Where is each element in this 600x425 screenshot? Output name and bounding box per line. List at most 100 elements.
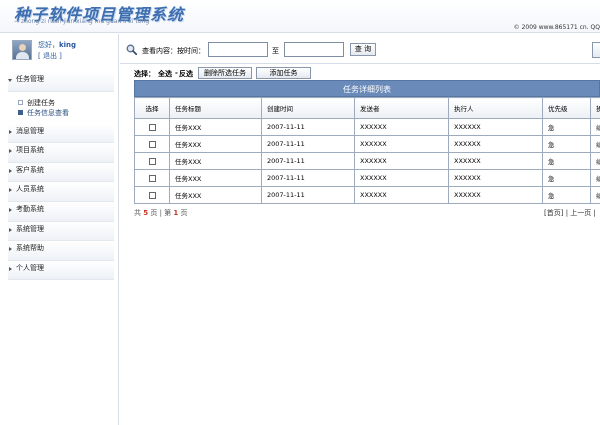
column-header: 优先级 [542, 97, 591, 119]
add-task-button[interactable]: 添加任务 [256, 67, 311, 79]
row-checkbox[interactable] [148, 123, 156, 131]
sidebar-item-project-system[interactable]: 项目系统 [8, 143, 114, 163]
edit-link[interactable]: 编 [596, 192, 600, 200]
operation-cell: 编 [590, 169, 600, 187]
main-content: 查看内容：按时间： 至 查 询 选择： 全选 - 反选 删除所选任务 添加任务 … [120, 34, 600, 425]
caret-right-icon [9, 168, 12, 173]
sender-cell: XXXXXX [354, 118, 449, 136]
priority-cell: 急 [542, 118, 591, 136]
caret-right-icon [9, 266, 12, 271]
edit-link[interactable]: 编 [596, 158, 600, 166]
page-info-divider: | [159, 209, 162, 217]
sidebar-item-label: 个人管理 [16, 263, 44, 272]
task-title-cell: 任务XXX [169, 186, 262, 204]
row-checkbox[interactable] [148, 191, 156, 199]
user-box: 您好，king [ 退出 ] [8, 38, 114, 66]
executor-cell: XXXXXX [448, 152, 543, 170]
task-title-cell: 任务XXX [169, 169, 262, 187]
date-separator: 至 [272, 47, 279, 55]
sidebar-item-personal-management[interactable]: 个人管理 [8, 260, 114, 281]
greeting-prefix: 您好， [38, 41, 59, 49]
user-name: king [59, 41, 77, 49]
edit-link[interactable]: 编 [596, 141, 600, 149]
first-page-link[interactable]: 首页 [547, 209, 561, 217]
invert-selection-link[interactable]: 反选 [179, 69, 193, 79]
search-icon [126, 44, 137, 55]
select-label: 选择： [134, 70, 155, 78]
edit-link[interactable]: 编 [596, 175, 600, 183]
divider [120, 63, 600, 64]
sidebar-item-label: 系统管理 [16, 224, 44, 233]
bullet-icon [18, 109, 23, 115]
column-header: 任务标题 [169, 97, 262, 119]
select-dash: - [175, 69, 178, 77]
sender-cell: XXXXXX [354, 152, 449, 170]
sidebar-item-personnel-system[interactable]: 人员系统 [8, 182, 114, 202]
caret-right-icon [9, 188, 12, 193]
search-bar: 查看内容：按时间： 至 查 询 [120, 40, 600, 60]
select-all-link[interactable]: 全选 [158, 69, 172, 79]
greeting: 您好，king [38, 40, 76, 50]
edit-link[interactable]: 编 [596, 124, 600, 132]
caret-right-icon [9, 207, 12, 212]
priority-cell: 急 [542, 169, 591, 187]
select-cell [134, 152, 170, 170]
logout-link[interactable]: [ 退出 ] [38, 51, 62, 61]
sidebar-item-label: 考勤系统 [16, 204, 44, 213]
operation-cell: 编 [590, 135, 600, 153]
avatar [12, 40, 32, 60]
current-page: 1 [173, 209, 179, 217]
sidebar-submenu: 创建任务 任务信息查看 [8, 92, 114, 124]
caret-right-icon [9, 247, 12, 252]
sidebar-subitem-task-info[interactable]: 任务信息查看 [18, 108, 114, 118]
delete-selected-button[interactable]: 删除所选任务 [198, 67, 252, 79]
executor-cell: XXXXXX [448, 186, 543, 204]
table-row: 任务XXX 2007-11-11 XXXXXX XXXXXX 急 编 [134, 186, 600, 204]
table-row: 任务XXX 2007-11-11 XXXXXX XXXXXX 急 编 [134, 169, 600, 187]
column-header: 发送者 [354, 97, 449, 119]
row-checkbox[interactable] [148, 140, 156, 148]
row-checkbox[interactable] [148, 157, 156, 165]
operation-cell: 编 [590, 152, 600, 170]
table-header-row: 选择 任务标题 创建时间 发送者 执行人 优先级 操 [134, 97, 600, 119]
task-table: 选择 任务标题 创建时间 发送者 执行人 优先级 操 任务XXX 2007-11… [134, 97, 600, 204]
date-to-input[interactable] [284, 42, 344, 57]
sidebar-subitem-create-task[interactable]: 创建任务 [18, 98, 114, 108]
pagination: 共 5 页 | 第 1 页 [首页] | 上一页 | [134, 208, 600, 218]
sidebar-item-system-management[interactable]: 系统管理 [8, 221, 114, 242]
sidebar-item-message-management[interactable]: 消息管理 [8, 123, 114, 144]
sidebar-item-system-help[interactable]: 系统帮助 [8, 241, 114, 261]
query-button[interactable]: 查 询 [350, 43, 376, 56]
sidebar-subitem-label: 任务信息查看 [27, 108, 69, 117]
column-header: 创建时间 [261, 97, 355, 119]
sidebar-item-attendance-system[interactable]: 考勤系统 [8, 201, 114, 222]
table-row: 任务XXX 2007-11-11 XXXXXX XXXXXX 急 编 [134, 118, 600, 136]
sidebar-item-label: 系统帮助 [16, 244, 44, 253]
select-cell [134, 186, 170, 204]
select-cell [134, 169, 170, 187]
action-bar: 选择： 全选 - 反选 删除所选任务 添加任务 [134, 67, 600, 79]
sender-cell: XXXXXX [354, 135, 449, 153]
table-title: 任务详细列表 [134, 80, 600, 97]
sidebar-item-task-management[interactable]: 任务管理 [8, 72, 114, 92]
row-checkbox[interactable] [148, 174, 156, 182]
caret-down-icon [8, 79, 12, 82]
created-time-cell: 2007-11-11 [261, 135, 355, 153]
created-time-cell: 2007-11-11 [261, 152, 355, 170]
sidebar-menu: 任务管理 创建任务 任务信息查看 消息管理 项目系统 客户系统 人员系统 考勤系… [8, 72, 114, 281]
executor-cell: XXXXXX [448, 135, 543, 153]
copyright-text: © 2009 www.865171 cn. QQ [513, 24, 600, 31]
created-time-cell: 2007-11-11 [261, 186, 355, 204]
sidebar-item-customer-system[interactable]: 客户系统 [8, 162, 114, 183]
date-from-input[interactable] [208, 42, 268, 57]
table-row: 任务XXX 2007-11-11 XXXXXX XXXXXX 急 编 [134, 135, 600, 153]
sender-cell: XXXXXX [354, 169, 449, 187]
sidebar-subitem-label: 创建任务 [27, 98, 55, 107]
task-title-cell: 任务XXX [169, 152, 262, 170]
sender-cell: XXXXXX [354, 186, 449, 204]
right-edge-button[interactable] [592, 42, 600, 58]
sidebar-item-label: 人员系统 [16, 185, 44, 194]
sidebar-item-label: 消息管理 [16, 126, 44, 135]
prev-page-link[interactable]: 上一页 [570, 209, 591, 217]
operation-cell: 编 [590, 186, 600, 204]
